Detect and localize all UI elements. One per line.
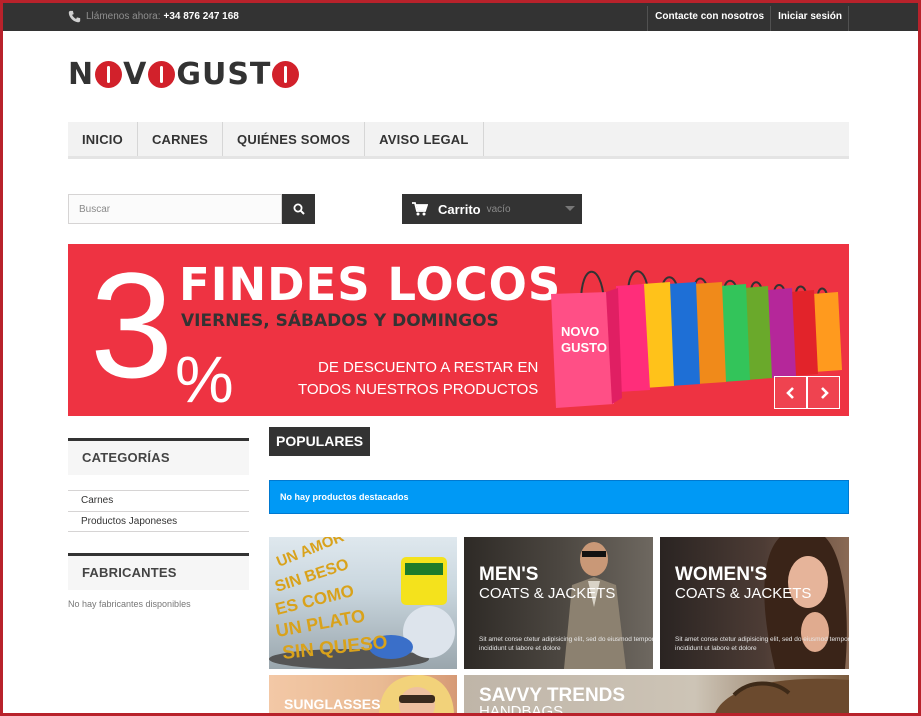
banner-percent: % (175, 342, 234, 416)
logo-text-gust: GUST (176, 56, 272, 92)
bag-logo-line2: GUSTO (561, 340, 607, 355)
popular-tab[interactable]: POPULARES (269, 427, 371, 456)
banner-discount-line1: DE DESCUENTO A RESTAR EN (317, 359, 539, 376)
phone-icon (68, 10, 81, 22)
tile-womens-title: WOMEN'S (675, 564, 768, 585)
menu-item-inicio[interactable]: INICIO (68, 122, 138, 156)
top-bar: Llámenos ahora: +34 876 247 168 Contacte… (0, 0, 921, 31)
tile-handbags-subtitle: HANDBAGS (479, 703, 564, 716)
promo-tile-cheese[interactable]: UN AMOR SIN BESO ES COMO UN PLATO SIN QU… (269, 537, 457, 669)
no-products-alert: No hay productos destacados (269, 480, 849, 514)
search-button[interactable] (282, 194, 315, 224)
login-link[interactable]: Iniciar sesión (770, 6, 849, 31)
tile-womens-subtitle: COATS & JACKETS (675, 585, 812, 602)
search-form (68, 194, 315, 224)
logo-spoon-icon (272, 60, 300, 88)
cheese-promo-image: UN AMOR SIN BESO ES COMO UN PLATO SIN QU… (269, 537, 455, 669)
category-item-carnes[interactable]: Carnes (68, 490, 249, 511)
search-input[interactable] (68, 194, 282, 224)
banner-discount: DE DESCUENTO A RESTAR EN TODOS NUESTROS … (298, 357, 538, 401)
manufacturers-empty-text: No hay fabricantes disponibles (68, 599, 191, 609)
promo-tile-mens-coats[interactable]: MEN'S COATS & JACKETS Sit amet conse cte… (464, 537, 653, 669)
chevron-down-icon (565, 206, 575, 211)
bag-logo-line1: NOVO (561, 324, 599, 339)
banner-title: FINDES LOCOS (179, 258, 562, 311)
categories-list: Carnes Productos Japoneses (68, 490, 249, 532)
promo-tile-sunglasses[interactable]: SUNGLASSES (269, 675, 457, 716)
cart-status: vacío (486, 203, 511, 215)
site-logo[interactable]: N V GUST (68, 56, 300, 92)
top-links: Contacte con nosotros Iniciar sesión (647, 6, 849, 31)
phone-number[interactable]: +34 876 247 168 (164, 11, 239, 22)
tile-sunglasses-title: SUNGLASSES (284, 696, 381, 712)
menu-item-carnes[interactable]: CARNES (138, 122, 224, 156)
tile-womens-description: Sit amet conse ctetur adipisicing elit, … (675, 636, 849, 652)
sunglasses-model-image (379, 675, 454, 716)
manufacturers-title[interactable]: FABRICANTES (68, 553, 249, 590)
handbag-image (714, 678, 849, 716)
cart-label: Carrito (438, 201, 481, 217)
tile-mens-title: MEN'S (479, 564, 539, 585)
search-icon (293, 203, 305, 215)
phone-info: Llámenos ahora: +34 876 247 168 (68, 9, 239, 23)
banner-number: 3 (90, 244, 174, 409)
logo-fork-icon (95, 60, 123, 88)
main-menu: INICIO CARNES QUIÉNES SOMOS AVISO LEGAL (68, 122, 849, 159)
cart-button[interactable]: Carrito vacío (402, 194, 582, 224)
slider-next-button[interactable] (807, 376, 840, 409)
menu-item-aviso-legal[interactable]: AVISO LEGAL (365, 122, 484, 156)
tile-mens-description: Sit amet conse ctetur adipisicing elit, … (479, 636, 653, 652)
promo-tile-womens-coats[interactable]: WOMEN'S COATS & JACKETS Sit amet conse c… (660, 537, 849, 669)
logo-text-v: V (123, 56, 148, 92)
promo-tile-handbags[interactable]: SAVVY TRENDS HANDBAGS (464, 675, 849, 716)
logo-text-n: N (68, 56, 95, 92)
cart-icon (412, 202, 428, 216)
chevron-right-icon (820, 386, 829, 399)
banner-discount-line2: TODOS NUESTROS PRODUCTOS (298, 381, 539, 398)
phone-label: Llámenos ahora: (86, 10, 161, 22)
promo-banner[interactable]: 3 % FINDES LOCOS VIERNES, SÁBADOS Y DOMI… (68, 244, 849, 416)
slider-prev-button[interactable] (774, 376, 807, 409)
tile-mens-subtitle: COATS & JACKETS (479, 585, 616, 602)
banner-days: VIERNES, SÁBADOS Y DOMINGOS (181, 311, 499, 331)
categories-title[interactable]: CATEGORÍAS (68, 438, 249, 475)
category-item-productos-japoneses[interactable]: Productos Japoneses (68, 511, 249, 532)
contact-link[interactable]: Contacte con nosotros (647, 6, 770, 31)
menu-item-quienes-somos[interactable]: QUIÉNES SOMOS (223, 122, 366, 156)
logo-knife-icon (148, 60, 176, 88)
chevron-left-icon (785, 386, 794, 399)
